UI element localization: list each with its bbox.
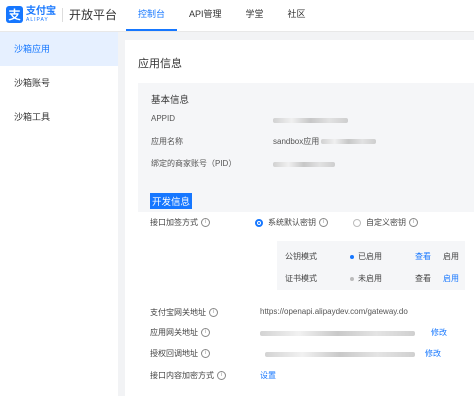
- cert-view-link[interactable]: 查看: [415, 273, 431, 284]
- key-mode-box: 公钥模式 已启用 查看 启用 证书模式 未启用 查看 启用: [277, 241, 465, 290]
- dev-info-title: 开发信息: [150, 193, 193, 209]
- app-gateway-label-text: 应用网关地址: [150, 328, 198, 337]
- sign-method-label: 接口加签方式 i: [150, 217, 210, 228]
- radio-unchecked-icon: [353, 218, 361, 227]
- pid-label: 绑定的商家账号（PID）: [151, 159, 237, 168]
- basic-info-title: 基本信息: [151, 95, 190, 106]
- info-icon[interactable]: i: [209, 308, 218, 318]
- radio-system-key-label: 系统默认密钥: [268, 218, 316, 227]
- alipay-logo-icon: 支: [6, 6, 23, 23]
- pubkey-status-text: 已启用: [358, 252, 382, 261]
- pubkey-status: 已启用: [350, 251, 382, 262]
- sidebar: 沙箱应用 沙箱账号 沙箱工具: [0, 32, 118, 396]
- auth-callback-modify-link[interactable]: 修改: [425, 348, 441, 359]
- cert-enable-link[interactable]: 启用: [443, 273, 459, 284]
- cert-mode-row: 证书模式 未启用 查看 启用: [285, 273, 465, 284]
- cert-mode-label: 证书模式: [285, 274, 317, 283]
- pubkey-mode-label: 公钥模式: [285, 252, 317, 261]
- status-dot-icon: [350, 276, 354, 281]
- nav-console[interactable]: 控制台: [126, 0, 178, 31]
- platform-name: 开放平台: [69, 8, 118, 22]
- logo-en: ALIPAY: [26, 16, 49, 23]
- info-icon[interactable]: i: [217, 371, 226, 381]
- app-gateway-label: 应用网关地址 i: [150, 327, 210, 338]
- nav-academy[interactable]: 学堂: [234, 0, 276, 31]
- gateway-label-text: 支付宝网关地址: [150, 308, 206, 317]
- gateway-value: https://openapi.alipaydev.com/gateway.do: [260, 307, 408, 316]
- logo-text: 支付宝 ALIPAY: [26, 5, 56, 23]
- info-icon[interactable]: i: [201, 218, 210, 228]
- nav-community[interactable]: 社区: [276, 0, 318, 31]
- logo-cn: 支付宝: [26, 5, 56, 17]
- sidebar-item-sandbox-app[interactable]: 沙箱应用: [0, 32, 118, 66]
- app-name-value: sandbox应用: [273, 136, 377, 147]
- cert-status-text: 未启用: [358, 274, 382, 283]
- radio-custom-key[interactable]: 自定义密钥 i: [353, 217, 418, 228]
- radio-system-key[interactable]: 系统默认密钥 i: [255, 217, 328, 228]
- sign-method-text: 接口加签方式: [150, 218, 198, 227]
- app-name-label: 应用名称: [151, 137, 183, 146]
- radio-custom-key-label: 自定义密钥: [366, 218, 406, 227]
- app-gateway-modify-link[interactable]: 修改: [431, 327, 447, 338]
- appid-label: APPID: [151, 114, 176, 123]
- pubkey-mode-row: 公钥模式 已启用 查看 启用: [285, 251, 465, 262]
- info-icon[interactable]: i: [319, 218, 328, 227]
- top-bar: 支 支付宝 ALIPAY 开放平台 控制台 API管理 学堂 社区: [0, 0, 474, 32]
- auth-callback-value: [265, 350, 415, 359]
- sidebar-item-sandbox-account[interactable]: 沙箱账号: [0, 66, 118, 100]
- page-title: 应用信息: [138, 58, 182, 70]
- app-gateway-value: [260, 329, 415, 338]
- gateway-label: 支付宝网关地址 i: [150, 307, 218, 318]
- logo-divider: [62, 7, 63, 22]
- cert-status: 未启用: [350, 273, 382, 284]
- encrypt-method-text: 接口内容加密方式: [150, 371, 214, 380]
- status-dot-icon: [350, 254, 354, 259]
- encrypt-setup-link[interactable]: 设置: [260, 370, 276, 381]
- appid-value: [273, 116, 348, 125]
- radio-checked-icon: [255, 218, 263, 227]
- pubkey-view-link[interactable]: 查看: [415, 251, 431, 262]
- app-name-prefix: sandbox应用: [273, 137, 320, 146]
- main-panel: 应用信息 基本信息 APPID 应用名称 sandbox应用 绑定的商家账号（P…: [125, 40, 474, 396]
- encrypt-method-label: 接口内容加密方式 i: [150, 370, 226, 381]
- alipay-logo[interactable]: 支 支付宝 ALIPAY 开放平台: [6, 6, 117, 23]
- pid-value: [273, 160, 335, 169]
- top-nav: 控制台 API管理 学堂 社区: [126, 0, 318, 31]
- info-icon[interactable]: i: [201, 328, 210, 338]
- info-icon[interactable]: i: [201, 349, 210, 359]
- auth-callback-label: 授权回调地址 i: [150, 348, 210, 359]
- pubkey-enable-link[interactable]: 启用: [443, 251, 459, 262]
- nav-api-management[interactable]: API管理: [177, 0, 234, 31]
- info-icon[interactable]: i: [409, 218, 418, 227]
- auth-callback-label-text: 授权回调地址: [150, 349, 198, 358]
- sidebar-item-sandbox-tools[interactable]: 沙箱工具: [0, 100, 118, 134]
